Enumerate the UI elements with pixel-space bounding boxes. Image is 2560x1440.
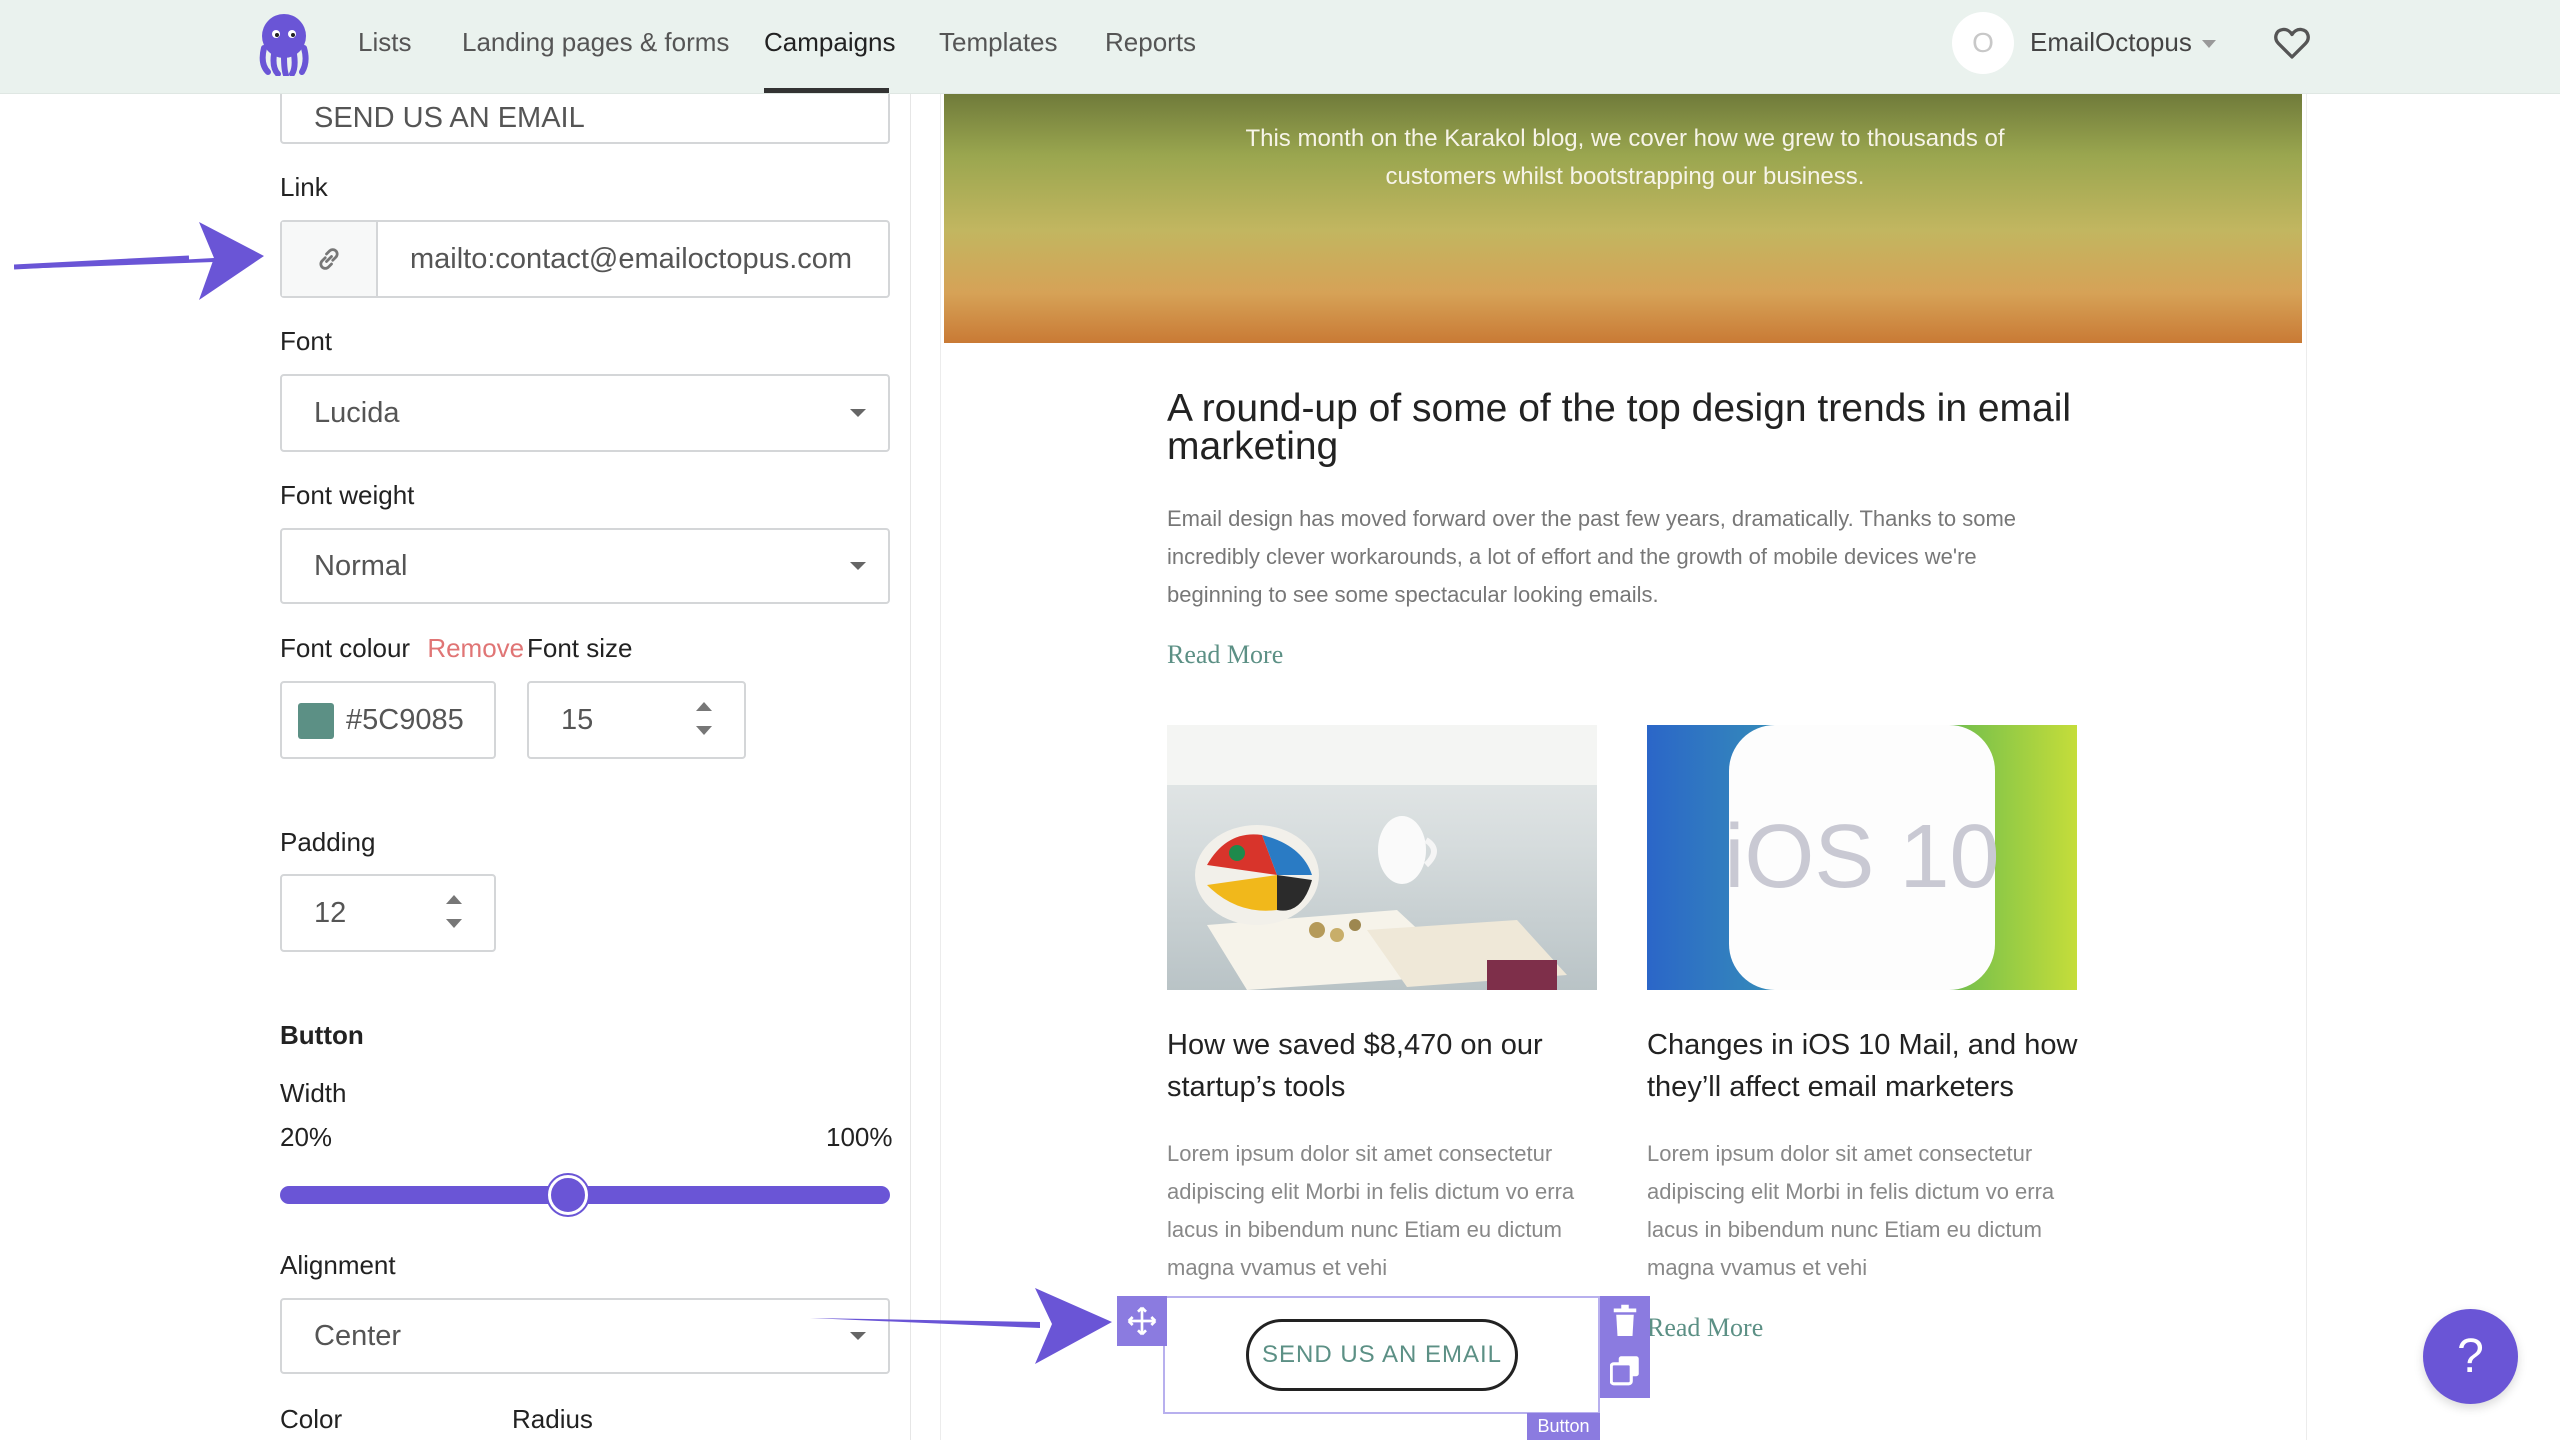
font-colour-input[interactable]: #5C9085 xyxy=(280,681,496,759)
alignment-select[interactable]: Center xyxy=(280,1298,890,1374)
decrement-icon[interactable] xyxy=(446,919,462,928)
font-size-value: 15 xyxy=(561,703,594,736)
ios-10-image-text: iOS 10 xyxy=(1724,807,1999,907)
account-menu[interactable]: EmailOctopus xyxy=(2030,0,2216,85)
colour-swatch[interactable] xyxy=(298,703,334,739)
annotation-arrow-icon xyxy=(14,222,264,300)
col2-body[interactable]: Lorem ipsum dolor sit amet consectetur a… xyxy=(1647,1135,2077,1287)
font-weight-label: Font weight xyxy=(280,480,415,510)
font-weight-select[interactable]: Normal xyxy=(280,528,890,604)
chevron-down-icon xyxy=(2201,40,2216,49)
padding-input[interactable]: 12 xyxy=(280,874,496,952)
nav-reports[interactable]: Reports xyxy=(1105,0,1196,85)
article-body[interactable]: Email design has moved forward over the … xyxy=(1167,500,2067,614)
block-type-tag: Button xyxy=(1527,1413,1600,1440)
font-colour-label-row: Font colour Remove xyxy=(280,633,524,664)
col1-body[interactable]: Lorem ipsum dolor sit amet consectetur a… xyxy=(1167,1135,1597,1287)
nav-active-underline xyxy=(764,88,889,93)
font-colour-label: Font colour xyxy=(280,633,411,663)
chevron-down-icon xyxy=(850,409,866,417)
col1-title[interactable]: How we saved $8,470 on our startup’s too… xyxy=(1167,1024,1587,1108)
color-label: Color xyxy=(280,1404,343,1434)
remove-colour-link[interactable]: Remove xyxy=(427,633,524,663)
move-handle[interactable] xyxy=(1117,1296,1167,1346)
nav-landing-pages-forms[interactable]: Landing pages & forms xyxy=(462,0,729,85)
ios-10-image[interactable]: iOS 10 xyxy=(1647,725,2077,990)
link-prefix xyxy=(282,222,378,296)
width-min-label: 20% xyxy=(280,1122,333,1152)
width-max-label: 100% xyxy=(826,1122,893,1152)
nav-lists[interactable]: Lists xyxy=(358,0,411,85)
top-navigation: Lists Landing pages & forms Campaigns Te… xyxy=(0,0,2560,94)
font-size-input[interactable]: 15 xyxy=(527,681,746,759)
send-us-an-email-button[interactable]: SEND US AN EMAIL xyxy=(1246,1319,1518,1391)
width-slider-thumb[interactable] xyxy=(547,1175,588,1215)
hero-text[interactable]: This month on the Karakol blog, we cover… xyxy=(1200,120,2050,196)
font-label: Font xyxy=(280,326,333,356)
radius-label: Radius xyxy=(512,1404,593,1434)
increment-icon[interactable] xyxy=(696,702,712,711)
col2-read-more-link[interactable]: Read More xyxy=(1647,1313,1763,1343)
font-select[interactable]: Lucida xyxy=(280,374,890,452)
duplicate-icon[interactable] xyxy=(1610,1354,1640,1386)
padding-value: 12 xyxy=(314,896,347,929)
alignment-label: Alignment xyxy=(280,1250,396,1280)
heart-icon[interactable] xyxy=(2272,22,2312,62)
annotation-arrow-icon xyxy=(810,1288,1112,1364)
link-input[interactable]: mailto:contact@emailoctopus.com xyxy=(280,220,890,298)
emailoctopus-logo[interactable] xyxy=(256,12,312,76)
chevron-down-icon xyxy=(850,562,866,570)
link-value: mailto:contact@emailoctopus.com xyxy=(410,242,853,275)
avatar[interactable]: O xyxy=(1952,12,2014,74)
read-more-link[interactable]: Read More xyxy=(1167,640,1283,670)
move-icon xyxy=(1127,1306,1157,1336)
article-title[interactable]: A round-up of some of the top design tre… xyxy=(1167,389,2097,466)
font-weight-value: Normal xyxy=(314,549,408,582)
trash-icon[interactable] xyxy=(1610,1304,1640,1338)
font-size-label: Font size xyxy=(527,633,633,663)
piggy-bank-image[interactable] xyxy=(1167,725,1597,990)
link-icon xyxy=(319,248,339,270)
col2-title[interactable]: Changes in iOS 10 Mail, and how they’ll … xyxy=(1647,1024,2087,1108)
font-value: Lucida xyxy=(314,396,400,429)
padding-label: Padding xyxy=(280,827,376,857)
width-label: Width xyxy=(280,1078,347,1108)
nav-templates[interactable]: Templates xyxy=(939,0,1058,85)
button-section-heading: Button xyxy=(280,1020,364,1050)
nav-campaigns[interactable]: Campaigns xyxy=(764,0,896,85)
block-tools xyxy=(1600,1296,1650,1398)
account-name: EmailOctopus xyxy=(2030,27,2192,57)
link-label: Link xyxy=(280,172,328,202)
font-colour-value: #5C9085 xyxy=(346,703,464,736)
alignment-value: Center xyxy=(314,1319,402,1352)
button-text-value: SEND US AN EMAIL xyxy=(314,101,585,134)
help-button[interactable]: ? xyxy=(2423,1309,2518,1404)
decrement-icon[interactable] xyxy=(696,726,712,735)
increment-icon[interactable] xyxy=(446,895,462,904)
